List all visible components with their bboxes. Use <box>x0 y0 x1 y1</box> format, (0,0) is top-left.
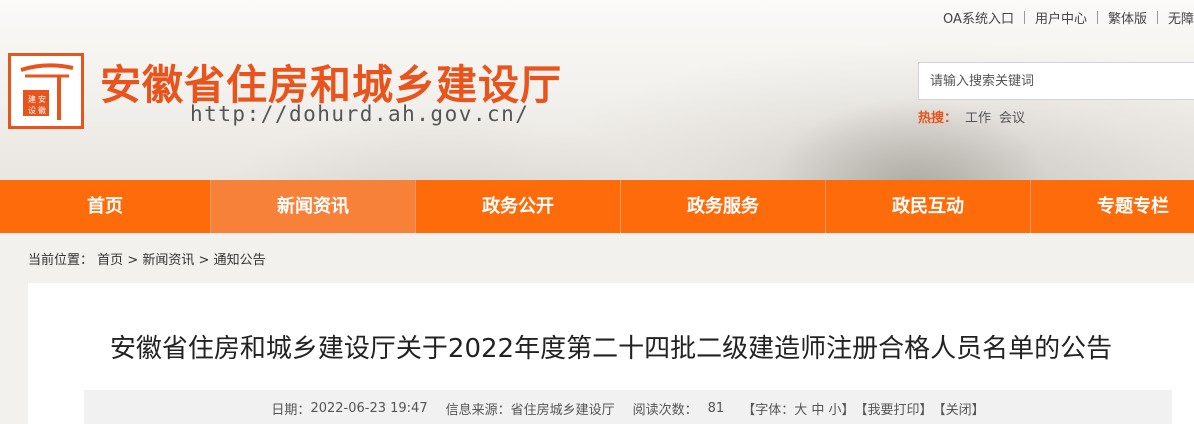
divider <box>1096 10 1098 24</box>
oa-entry-link[interactable]: OA系统入口 <box>943 8 1014 27</box>
svg-text:徽: 徽 <box>38 105 46 115</box>
nav-government-services[interactable]: 政务服务 <box>621 180 826 233</box>
source-label: 信息来源： <box>445 402 511 418</box>
publish-date: 2022-06-23 19:47 <box>310 400 428 416</box>
traditional-chinese-link[interactable]: 繁体版 <box>1108 8 1147 27</box>
breadcrumb-home[interactable]: 首页 <box>97 253 123 268</box>
svg-text:安: 安 <box>38 94 46 104</box>
nav-news[interactable]: 新闻资讯 <box>211 180 416 233</box>
accessibility-link[interactable]: 无障 <box>1168 8 1194 27</box>
search-input[interactable] <box>919 63 1194 99</box>
breadcrumb-notices[interactable]: 通知公告 <box>214 253 266 268</box>
logo[interactable]: 建 安 设 徽 <box>8 53 84 129</box>
article-meta: 日期： 2022-06-23 19:47 信息来源： 省住房城乡建设厅 阅读次数… <box>84 390 1172 424</box>
font-medium-button[interactable]: 中 <box>811 399 824 418</box>
font-small-button[interactable]: 小 <box>829 399 842 418</box>
article-container: 安徽省住房和城乡建设厅关于2022年度第二十四批二级建造师注册合格人员名单的公告… <box>28 283 1194 424</box>
svg-text:建: 建 <box>28 94 36 104</box>
divider <box>1023 10 1025 24</box>
nav-special-topics[interactable]: 专题专栏 <box>1031 180 1194 233</box>
site-header: OA系统入口 用户中心 繁体版 无障 建 安 设 徽 安徽省住房和城乡建设厅 h… <box>0 0 1194 180</box>
info-source: 省住房城乡建设厅 <box>510 402 615 418</box>
breadcrumb-label: 当前位置： <box>28 253 94 268</box>
header-background-mountain <box>760 90 1060 180</box>
hot-search: 热搜： 工作 会议 <box>918 107 1025 126</box>
date-label: 日期： <box>271 402 311 418</box>
breadcrumb-news[interactable]: 新闻资讯 <box>142 253 194 268</box>
nav-government-affairs[interactable]: 政务公开 <box>416 180 621 233</box>
main-nav: 首页 新闻资讯 政务公开 政务服务 政民互动 专题专栏 <box>0 180 1194 233</box>
search-box <box>918 62 1194 100</box>
nav-interaction[interactable]: 政民互动 <box>826 180 1031 233</box>
breadcrumb-separator: > <box>127 253 139 268</box>
hot-search-label: 热搜： <box>918 111 958 126</box>
logo-icon: 建 安 设 徽 <box>20 63 74 120</box>
print-button[interactable]: 【我要打印】 <box>855 399 933 418</box>
breadcrumb: 当前位置： 首页 > 新闻资讯 > 通知公告 <box>28 249 266 268</box>
top-links: OA系统入口 用户中心 繁体版 无障 <box>943 6 1194 28</box>
site-url: http://dohurd.ah.gov.cn/ <box>190 102 530 126</box>
hot-word-work[interactable]: 工作 <box>965 111 991 126</box>
svg-text:设: 设 <box>28 105 36 115</box>
view-count: 81 <box>707 400 725 416</box>
divider <box>1156 10 1158 24</box>
views-label: 阅读次数： <box>632 402 698 418</box>
nav-home[interactable]: 首页 <box>0 180 211 233</box>
font-large-button[interactable]: 大 <box>794 399 807 418</box>
close-button[interactable]: 【关闭】 <box>933 399 985 418</box>
article-title: 安徽省住房和城乡建设厅关于2022年度第二十四批二级建造师注册合格人员名单的公告 <box>109 334 1113 364</box>
breadcrumb-separator: > <box>198 253 210 268</box>
font-size-close-bracket: 】 <box>841 402 855 418</box>
hot-word-meeting[interactable]: 会议 <box>999 111 1025 126</box>
user-center-link[interactable]: 用户中心 <box>1035 8 1087 27</box>
font-size-label: 【字体： <box>742 402 795 418</box>
